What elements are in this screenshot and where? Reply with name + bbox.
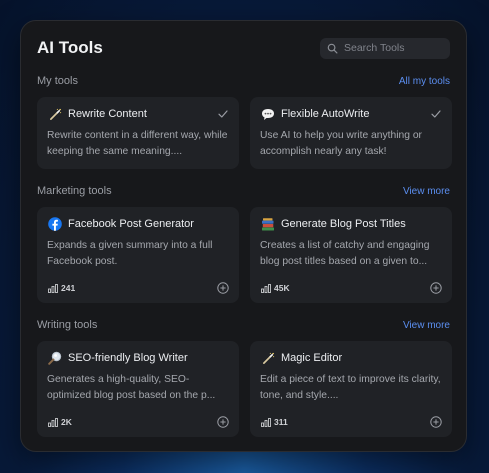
view-more-writing-link[interactable]: View more (403, 320, 450, 331)
card-description: Edit a piece of text to improve its clar… (260, 374, 441, 401)
section-my-tools: My tools All my tools Rewrite Content Re… (37, 73, 452, 169)
card-title: SEO-friendly Blog Writer (68, 352, 188, 364)
tool-card-magic-editor[interactable]: Magic Editor Edit a piece of text to imp… (250, 341, 452, 437)
search-box[interactable] (320, 37, 450, 59)
magic-wand-icon (47, 106, 63, 122)
bar-chart-icon (261, 283, 271, 293)
usage-stat: 45K (261, 283, 290, 293)
section-title: Marketing tools (37, 185, 112, 197)
usage-count: 311 (274, 417, 288, 427)
card-title: Facebook Post Generator (68, 218, 194, 230)
section-marketing-tools: Marketing tools View more Facebook Post … (37, 183, 452, 303)
tool-card-generate-blog-post-titles[interactable]: Generate Blog Post Titles Creates a list… (250, 207, 452, 303)
section-title: Writing tools (37, 319, 98, 331)
add-icon[interactable] (430, 282, 442, 294)
add-icon[interactable] (217, 416, 229, 428)
usage-stat: 311 (261, 417, 288, 427)
add-icon[interactable] (217, 282, 229, 294)
card-title: Flexible AutoWrite (281, 108, 370, 120)
section-title: My tools (37, 75, 78, 87)
tool-card-flexible-autowrite[interactable]: Flexible AutoWrite Use AI to help you wr… (250, 97, 452, 169)
view-more-marketing-link[interactable]: View more (403, 186, 450, 197)
bar-chart-icon (48, 283, 58, 293)
tool-card-seo-friendly-blog-writer[interactable]: SEO-friendly Blog Writer Generates a hig… (37, 341, 239, 437)
card-title: Rewrite Content (68, 108, 147, 120)
usage-count: 2K (61, 417, 72, 427)
tool-card-facebook-post-generator[interactable]: Facebook Post Generator Expands a given … (37, 207, 239, 303)
usage-count: 45K (274, 283, 290, 293)
magic-wand-icon (260, 350, 276, 366)
tool-card-rewrite-content[interactable]: Rewrite Content Rewrite content in a dif… (37, 97, 239, 169)
card-title: Generate Blog Post Titles (281, 218, 406, 230)
add-icon[interactable] (430, 416, 442, 428)
usage-stat: 241 (48, 283, 75, 293)
magnifier-icon (47, 350, 63, 366)
card-description: Creates a list of catchy and engaging bl… (260, 240, 430, 267)
all-my-tools-link[interactable]: All my tools (399, 76, 450, 87)
facebook-icon (47, 216, 63, 232)
speech-bubble-icon (260, 106, 276, 122)
search-icon (327, 43, 338, 53)
card-description: Generates a high-quality, SEO-optimized … (47, 374, 216, 401)
card-title: Magic Editor (281, 352, 343, 364)
page-title: AI Tools (37, 38, 103, 57)
search-input[interactable] (344, 42, 443, 54)
usage-stat: 2K (48, 417, 72, 427)
ai-tools-panel: AI Tools My tools All my tools (20, 20, 467, 452)
panel-header: AI Tools (37, 37, 450, 59)
card-description: Rewrite content in a different way, whil… (47, 130, 228, 157)
card-description: Use AI to help you write anything or acc… (260, 130, 422, 157)
card-description: Expands a given summary into a full Face… (47, 240, 213, 267)
usage-count: 241 (61, 283, 76, 293)
check-icon (218, 110, 228, 118)
bar-chart-icon (48, 417, 58, 427)
section-writing-tools: Writing tools View more SEO-friendly Blo… (37, 317, 452, 437)
bar-chart-icon (261, 417, 271, 427)
books-icon (260, 216, 276, 232)
check-icon (431, 110, 441, 118)
